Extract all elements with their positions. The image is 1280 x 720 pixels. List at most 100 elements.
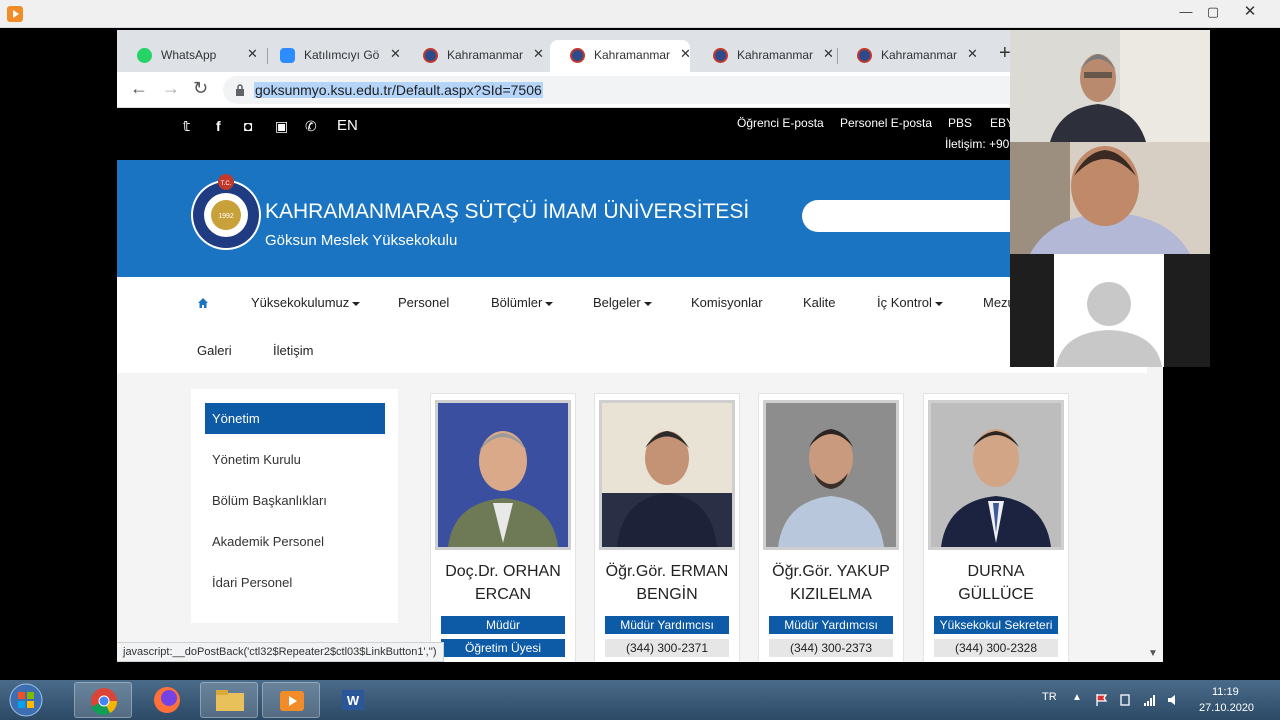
facebook-icon[interactable]: f <box>216 118 221 134</box>
taskbar-firefox[interactable] <box>138 682 196 718</box>
tab-ksu-1[interactable]: Kahramanmaraş ✕ <box>403 40 544 72</box>
language-switch[interactable]: EN <box>337 117 358 134</box>
clock-time[interactable]: 11:19 <box>1212 686 1239 698</box>
university-logo[interactable]: T.C. 1992 <box>189 173 263 253</box>
nav-kalite[interactable]: Kalite <box>803 295 836 310</box>
role-badge: Müdür <box>441 616 565 634</box>
participant-video-1[interactable] <box>1010 30 1210 142</box>
windows-taskbar: W TR ▲ 11:19 27.10.2020 <box>0 680 1280 720</box>
topbar-link-staff-email[interactable]: Personel E-posta <box>840 116 932 130</box>
taskbar-media-player[interactable] <box>262 682 320 718</box>
close-icon[interactable]: ✕ <box>680 46 691 62</box>
reload-icon[interactable]: ↻ <box>193 78 208 99</box>
taskbar-explorer[interactable] <box>200 682 258 718</box>
tab-ksu-3[interactable]: Kahramanmaraş ✕ <box>693 40 834 72</box>
windows-start-icon[interactable] <box>6 682 46 718</box>
zoom-icon <box>280 48 295 63</box>
forward-arrow-icon[interactable]: → <box>162 78 180 99</box>
nav-iletisim[interactable]: İletişim <box>273 343 313 358</box>
nav-belgeler[interactable]: Belgeler <box>593 295 652 310</box>
participant-video-image <box>1010 30 1210 142</box>
nav-label: Galeri <box>197 343 232 358</box>
scroll-down-icon[interactable]: ▼ <box>1148 648 1158 659</box>
person-photo <box>599 400 735 550</box>
role-badge: Yüksekokul Sekreteri <box>934 616 1058 634</box>
word-icon: W <box>342 690 364 710</box>
chrome-browser-window: WhatsApp ✕ Katılımcıyı Görü ✕ Kahramanma… <box>117 30 1163 662</box>
action-center-flag-icon[interactable] <box>1095 693 1109 707</box>
close-icon[interactable]: ✕ <box>247 46 258 62</box>
nav-label: Yüksekokulumuz <box>251 295 350 310</box>
url-text[interactable]: goksunmyo.ksu.edu.tr/Default.aspx?SId=75… <box>254 82 543 98</box>
close-icon[interactable]: ✕ <box>390 46 401 62</box>
nav-personel[interactable]: Personel <box>398 295 449 310</box>
person-name: DURNA GÜLLÜCE <box>958 563 1034 603</box>
topbar-link-student-email[interactable]: Öğrenci E-posta <box>737 116 824 130</box>
usb-device-icon[interactable] <box>1118 693 1132 707</box>
twitter-icon[interactable]: 𝕥 <box>183 118 190 135</box>
tray-language[interactable]: TR <box>1042 691 1057 703</box>
tab-label: Katılımcıyı Görü <box>304 48 380 62</box>
tab-label: WhatsApp <box>161 48 217 62</box>
volume-icon[interactable] <box>1166 693 1180 707</box>
side-item-yonetim[interactable]: Yönetim <box>205 403 385 434</box>
topbar-link-pbs[interactable]: PBS <box>948 116 972 130</box>
participant-video-2[interactable] <box>1010 142 1210 254</box>
nav-ic-kontrol[interactable]: İç Kontrol <box>877 295 943 310</box>
person-card[interactable]: Öğr.Gör. YAKUP KIZILELMA Müdür Yardımcısı… <box>758 393 904 662</box>
person-card[interactable]: DURNA GÜLLÜCE Yüksekokul Sekreteri (344) … <box>923 393 1069 662</box>
phone-icon[interactable]: ✆ <box>305 118 317 135</box>
browser-toolbar: ← → ↻ goksunmyo.ksu.edu.tr/Default.aspx?… <box>117 72 1163 108</box>
tab-ksu-4[interactable]: Kahramanmaraş ✕ <box>837 40 978 72</box>
side-item-akademik-personel[interactable]: Akademik Personel <box>205 526 385 557</box>
nav-bolumler[interactable]: Bölümler <box>491 295 554 310</box>
side-item-bolum-baskanliklari[interactable]: Bölüm Başkanlıkları <box>205 485 385 516</box>
home-icon[interactable] <box>197 297 209 309</box>
nav-komisyonlar[interactable]: Komisyonlar <box>691 295 763 310</box>
person-card[interactable]: Öğr.Gör. ERMAN BENGİN Müdür Yardımcısı (3… <box>594 393 740 662</box>
content-area: Yönetim Yönetim Kurulu Bölüm Başkanlıkla… <box>117 373 1147 662</box>
nav-yuksekokulumuz[interactable]: Yüksekokulumuz <box>251 295 361 310</box>
person-photo <box>763 400 899 550</box>
side-item-idari-personel[interactable]: İdari Personel <box>205 567 385 598</box>
back-arrow-icon[interactable]: ← <box>130 78 148 99</box>
tab-label: Kahramanmaraş <box>594 48 670 62</box>
nav-label: Kalite <box>803 295 836 310</box>
tab-ksu-active[interactable]: Kahramanmaraş ✕ <box>550 40 691 72</box>
tray-expand-icon[interactable]: ▲ <box>1072 692 1082 703</box>
svg-text:W: W <box>347 693 360 708</box>
tab-strip: WhatsApp ✕ Katılımcıyı Görü ✕ Kahramanma… <box>117 30 1163 72</box>
chevron-down-icon <box>352 301 361 306</box>
close-icon[interactable]: ✕ <box>967 46 978 62</box>
close-icon[interactable]: ✕ <box>533 46 544 62</box>
window-minimize-button[interactable]: — <box>1172 2 1200 22</box>
role-badge: Müdür Yardımcısı <box>605 616 729 634</box>
chrome-icon <box>91 688 118 716</box>
clock-date[interactable]: 27.10.2020 <box>1199 702 1254 714</box>
role-badge: Müdür Yardımcısı <box>769 616 893 634</box>
side-item-yonetim-kurulu[interactable]: Yönetim Kurulu <box>205 444 385 475</box>
person-photo <box>435 400 571 550</box>
person-name: Öğr.Gör. ERMAN BENGİN <box>605 563 729 603</box>
portrait-image <box>931 403 1061 547</box>
nav-label: Belgeler <box>593 295 641 310</box>
taskbar-word[interactable]: W <box>324 682 382 718</box>
taskbar-chrome[interactable] <box>74 682 132 718</box>
video-player-app-icon <box>7 6 23 22</box>
instagram-icon[interactable]: ◘ <box>244 118 252 134</box>
network-signal-icon[interactable] <box>1143 693 1157 707</box>
ksu-icon <box>857 48 872 63</box>
nav-galeri[interactable]: Galeri <box>197 343 232 358</box>
participant-video-3[interactable] <box>1010 254 1210 367</box>
tab-whatsapp[interactable]: WhatsApp ✕ <box>117 40 258 72</box>
nav-label: İletişim <box>273 343 314 358</box>
window-close-button[interactable]: ✕ <box>1236 2 1264 22</box>
close-icon[interactable]: ✕ <box>823 46 834 62</box>
lock-icon <box>236 84 244 96</box>
new-tab-button[interactable]: + <box>999 42 1011 65</box>
tab-zoom[interactable]: Katılımcıyı Görü ✕ <box>260 40 401 72</box>
participant-video-image <box>1010 142 1210 254</box>
person-card[interactable]: Doç.Dr. ORHAN ERCAN Müdür Öğretim Üyesi <box>430 393 576 662</box>
youtube-icon[interactable]: ▣ <box>275 118 288 135</box>
window-maximize-button[interactable]: ▢ <box>1199 2 1227 22</box>
